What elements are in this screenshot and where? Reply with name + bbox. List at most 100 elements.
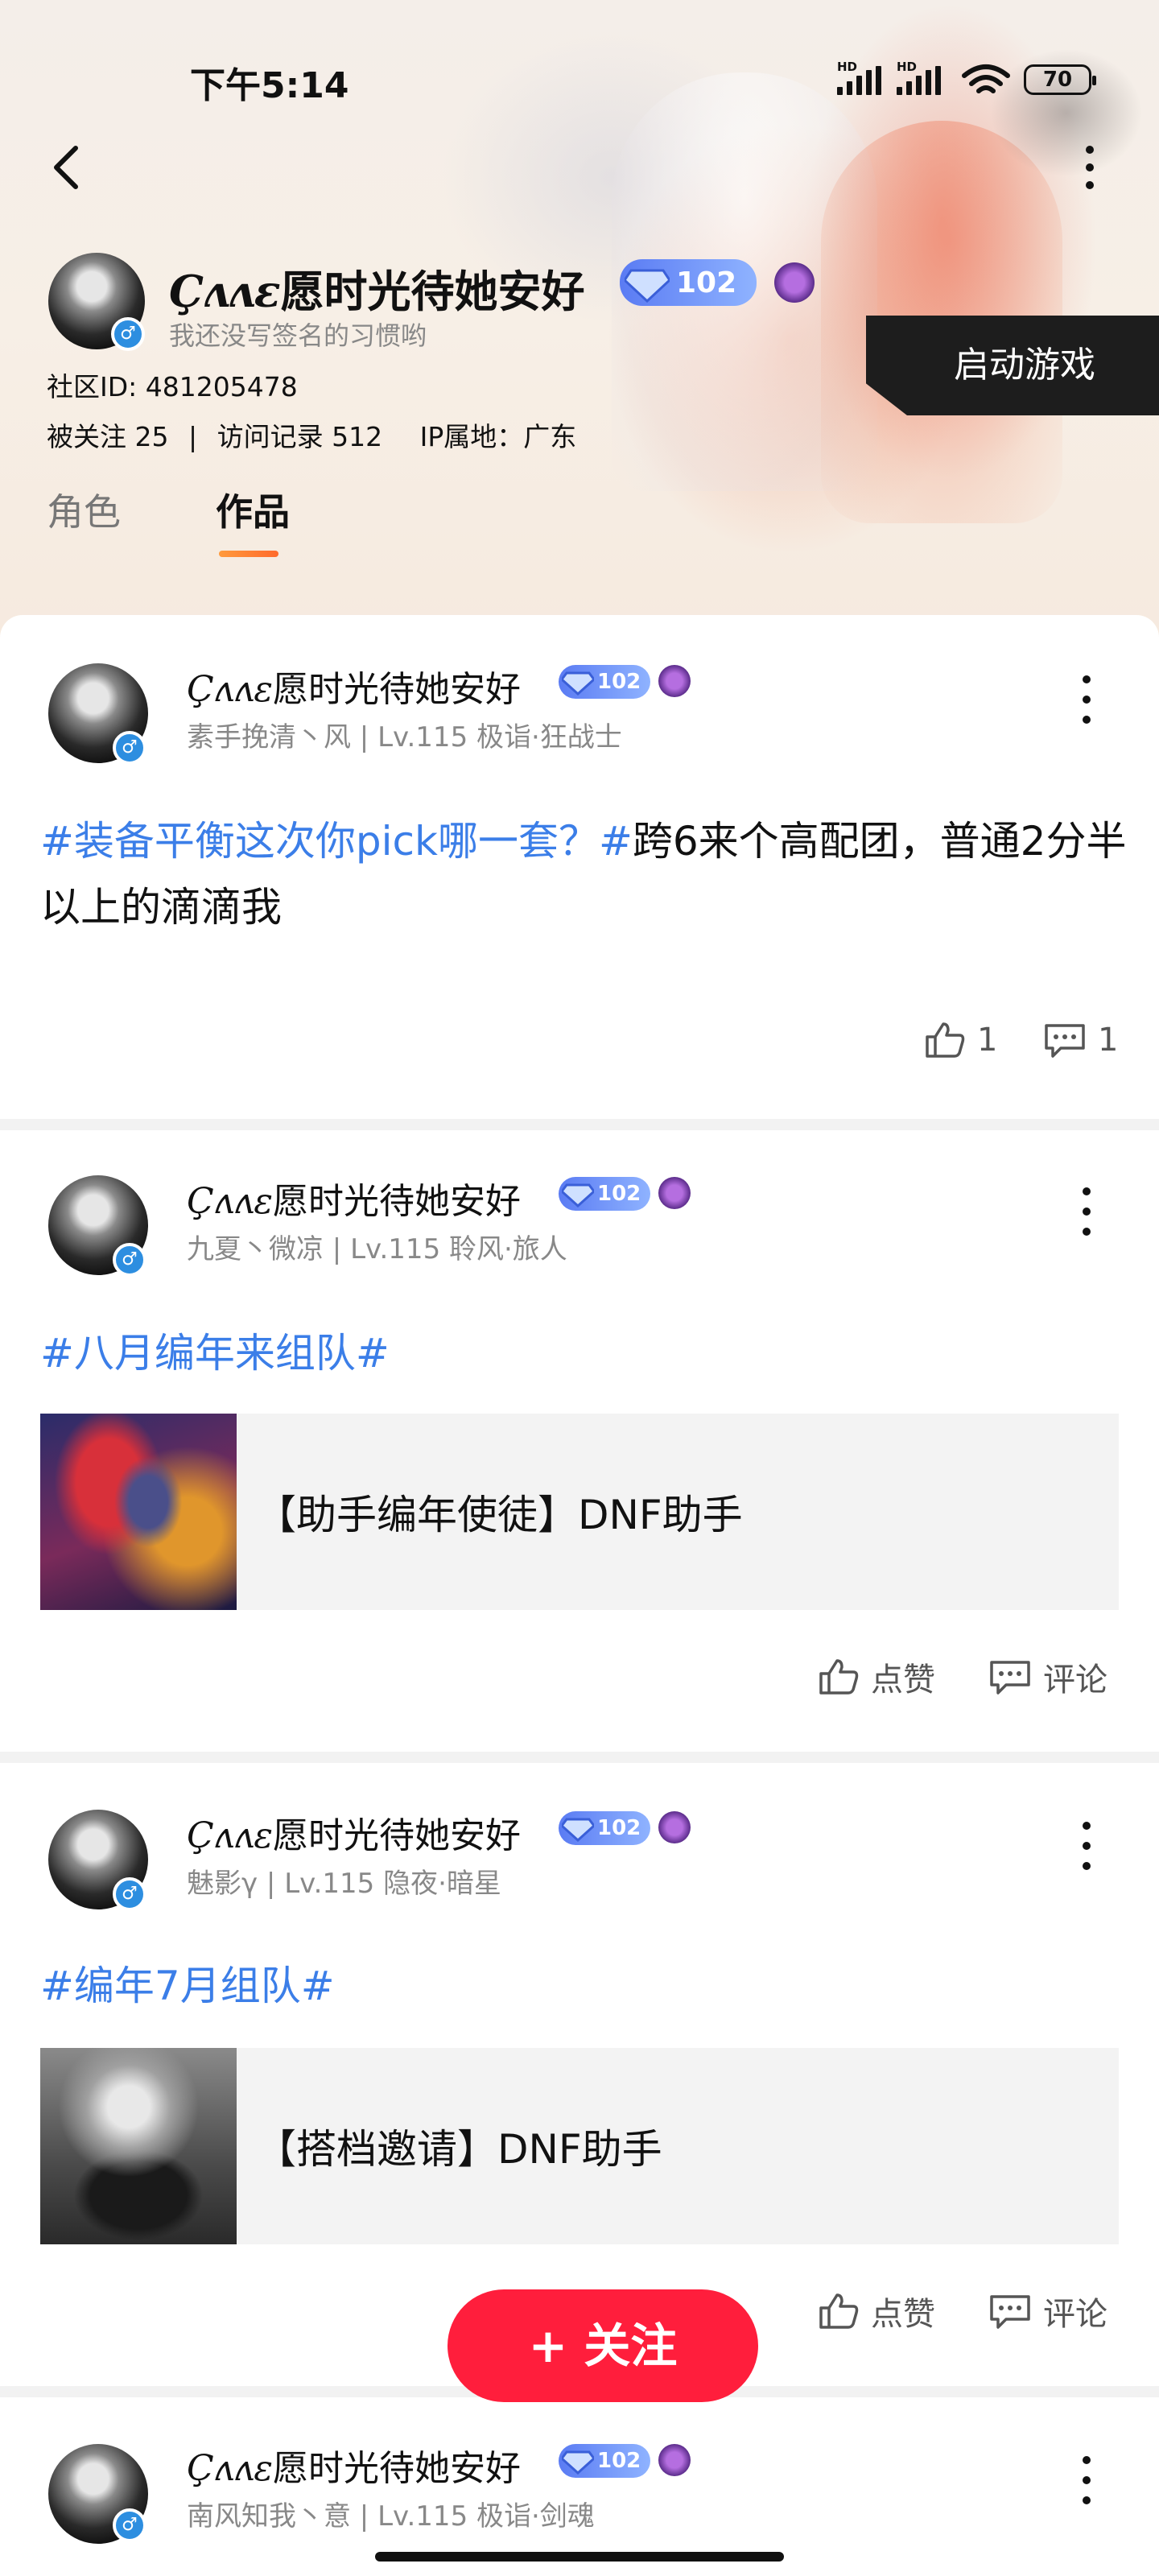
signal-icon-2	[897, 66, 941, 95]
more-vertical-icon[interactable]	[1079, 1183, 1095, 1240]
diamond-icon	[562, 2450, 594, 2475]
card-title: 【搭档邀请】DNF助手	[256, 2126, 662, 2173]
home-indicator[interactable]	[375, 2552, 784, 2562]
card-thumbnail	[40, 1414, 237, 1610]
rank-emblem-icon	[658, 1177, 691, 1209]
post-topic-tag[interactable]: #装备平衡这次你pick哪一套？#	[40, 818, 633, 865]
vip-level-text: 102	[597, 670, 641, 694]
linked-card[interactable]: 【助手编年使徒】DNF助手	[40, 1414, 1119, 1610]
author-decoration: Çʌʌɛ	[187, 1815, 273, 1856]
diamond-icon	[562, 1818, 594, 1842]
comment-button[interactable]: 评论	[988, 2288, 1107, 2334]
post-divider	[0, 1752, 1159, 1763]
linked-card[interactable]: 【搭档邀请】DNF助手	[40, 2048, 1119, 2244]
gender-male-icon: ♂	[113, 2508, 146, 2542]
post-text: #装备平衡这次你pick哪一套？#跨6来个高配团，普通2分半以上的滴滴我	[40, 808, 1127, 940]
diamond-icon	[562, 671, 594, 696]
comment-icon	[1045, 1024, 1085, 1058]
comment-icon	[990, 2295, 1030, 2329]
tab-roles[interactable]: 角色	[47, 483, 121, 536]
diamond-icon	[625, 269, 670, 303]
post-author-meta: 魅影γ | Lv.115 隐夜·暗星	[187, 1868, 501, 1900]
profile-signature: 我还没写签名的习惯哟	[169, 320, 427, 351]
post-author-name: Çʌʌɛ愿时光待她安好	[187, 660, 521, 712]
rank-emblem-icon	[658, 1811, 691, 1843]
diamond-icon	[562, 1183, 594, 1208]
status-time: 下午5:14	[190, 65, 349, 106]
comment-button[interactable]: 1	[1043, 1021, 1118, 1059]
author-name-text: 愿时光待她安好	[273, 2448, 521, 2489]
thumbs-up-icon	[926, 1022, 965, 1058]
battery-indicator: 70	[1024, 64, 1096, 95]
back-arrow-icon[interactable]	[45, 143, 93, 192]
wifi-icon	[962, 64, 1010, 93]
more-vertical-icon[interactable]	[1074, 143, 1106, 192]
post-text: #八月编年来组队#	[40, 1320, 1127, 1386]
author-decoration: Çʌʌɛ	[187, 2448, 273, 2489]
post-author-name: Çʌʌɛ愿时光待她安好	[187, 1172, 521, 1224]
status-bar: 下午5:14 HD HD 70	[0, 0, 1159, 161]
comment-count: 1	[1098, 1022, 1119, 1059]
post-author-name: Çʌʌɛ愿时光待她安好	[187, 2439, 521, 2491]
author-name-text: 愿时光待她安好	[273, 669, 521, 710]
like-button[interactable]: 点赞	[818, 1653, 935, 1700]
author-name-text: 愿时光待她安好	[273, 1181, 521, 1222]
more-vertical-icon[interactable]	[1079, 671, 1095, 728]
comment-label: 评论	[1043, 1662, 1107, 1699]
visit-records[interactable]: 访问记录 512	[217, 421, 382, 452]
stats-separator: |	[188, 421, 198, 452]
post-text: #编年7月组队#	[40, 1953, 1127, 2019]
author-decoration: Çʌʌɛ	[187, 669, 273, 710]
gender-male-icon: ♂	[111, 317, 145, 351]
thumbs-up-icon	[819, 2293, 859, 2329]
author-decoration: Çʌʌɛ	[187, 1181, 273, 1222]
vip-level-badge: 102	[559, 1811, 650, 1845]
thumbs-up-icon	[819, 1659, 859, 1695]
ip-location: IP属地：广东	[419, 421, 577, 452]
comment-icon	[990, 1661, 1030, 1695]
tab-works[interactable]: 作品	[216, 483, 290, 536]
like-button[interactable]: 点赞	[818, 2288, 935, 2334]
more-vertical-icon[interactable]	[1079, 1818, 1095, 1874]
rank-emblem-icon	[658, 2444, 691, 2476]
author-name-text: 愿时光待她安好	[273, 1815, 521, 1856]
gender-male-icon: ♂	[113, 1877, 146, 1911]
vip-level-badge: 102	[559, 665, 650, 699]
rank-emblem-icon	[774, 262, 815, 303]
launch-game-button[interactable]: 启动游戏	[866, 316, 1159, 415]
comment-button[interactable]: 评论	[988, 1653, 1107, 1700]
post-topic-tag[interactable]: #八月编年来组队#	[40, 1330, 390, 1377]
post-author-meta: 南风知我丶意 | Lv.115 极诣·剑魂	[187, 2500, 595, 2533]
username-text: 愿时光待她安好	[280, 266, 585, 317]
username-decoration: Çʌʌɛ	[169, 266, 281, 317]
profile-page: 下午5:14 HD HD 70 ♂ Çʌʌɛ愿时光待她安好 102 我还没写签名…	[0, 0, 1159, 2576]
vip-level-badge: 102	[620, 259, 757, 306]
follow-button[interactable]: + 关注	[448, 2289, 758, 2402]
vip-level-badge: 102	[559, 2444, 650, 2478]
active-tab-indicator	[219, 551, 278, 557]
vip-level-text: 102	[597, 1182, 641, 1206]
like-count: 1	[977, 1022, 998, 1059]
post-divider	[0, 1119, 1159, 1130]
profile-stats: 被关注 25 | 访问记录 512 IP属地：广东	[47, 415, 576, 454]
works-feed: ♂ Çʌʌɛ愿时光待她安好 102 素手挽清丶风 | Lv.115 极诣·狂战士…	[0, 615, 1159, 2576]
card-title: 【助手编年使徒】DNF助手	[256, 1492, 743, 1538]
vip-level-badge: 102	[559, 1177, 650, 1211]
post-author-meta: 九夏丶微凉 | Lv.115 聆风·旅人	[187, 1233, 567, 1265]
signal-icon	[837, 66, 881, 95]
profile-username: Çʌʌɛ愿时光待她安好	[169, 256, 585, 320]
community-id: 社区ID: 481205478	[47, 371, 298, 402]
rank-emblem-icon	[658, 665, 691, 697]
followers-count[interactable]: 被关注 25	[47, 421, 168, 452]
gender-male-icon: ♂	[113, 1243, 146, 1277]
comment-label: 评论	[1043, 2296, 1107, 2333]
vip-level-text: 102	[676, 266, 737, 299]
like-label: 点赞	[871, 2296, 935, 2333]
vip-level-text: 102	[597, 1816, 641, 1840]
more-vertical-icon[interactable]	[1079, 2452, 1095, 2508]
post-topic-tag[interactable]: #编年7月组队#	[40, 1963, 335, 2009]
like-label: 点赞	[871, 1662, 935, 1699]
vip-level-text: 102	[597, 2449, 641, 2473]
post-author-meta: 素手挽清丶风 | Lv.115 极诣·狂战士	[187, 721, 622, 753]
like-button[interactable]: 1	[924, 1021, 997, 1059]
